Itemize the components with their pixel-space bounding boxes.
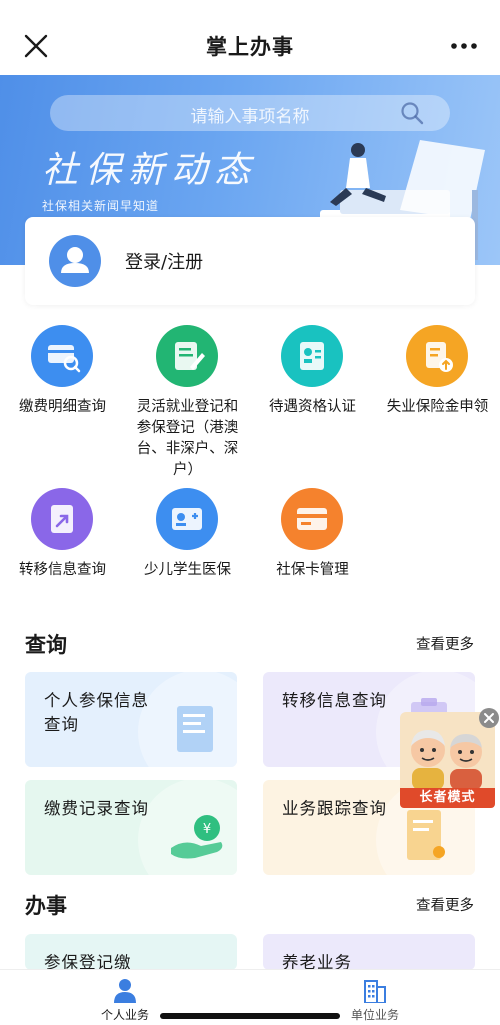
banner-subtitle: 社保相关新闻早知道 (42, 199, 160, 213)
search-input[interactable]: 请输入事项名称 (50, 95, 450, 131)
query-section-title: 查询 (25, 633, 67, 657)
handle-view-more-link[interactable]: 查看更多 (416, 894, 474, 915)
card-label: 个人参保信息查询 (44, 691, 149, 734)
elder-mode-close-button[interactable] (479, 708, 499, 728)
service-label: 少儿学生医保 (144, 562, 231, 578)
document-upload-icon (406, 325, 468, 387)
query-card-personal-insurance[interactable]: 个人参保信息查询 (25, 672, 237, 767)
nav-bar: 掌上办事 (0, 0, 500, 75)
service-label: 灵活就业登记和参保登记（港澳台、非深户、深户） (136, 399, 239, 478)
query-view-more-link[interactable]: 查看更多 (416, 633, 474, 654)
card-label: 参保登记缴 (44, 953, 132, 970)
login-card[interactable]: 登录/注册 (25, 217, 475, 305)
coin-hand-icon: ¥ (138, 780, 237, 875)
card-search-icon (31, 325, 93, 387)
person-icon (114, 979, 136, 1003)
elder-mode-label: 长者模式 (400, 788, 495, 808)
handle-card-registration[interactable]: 参保登记缴 (25, 934, 237, 970)
login-register-label[interactable]: 登录/注册 (125, 248, 203, 274)
service-label: 转移信息查询 (19, 562, 106, 578)
search-placeholder: 请输入事项名称 (190, 107, 310, 127)
form-edit-icon (156, 325, 218, 387)
more-icon[interactable] (450, 36, 478, 56)
handle-section-title: 办事 (25, 894, 67, 918)
service-label: 缴费明细查询 (19, 399, 106, 415)
handle-card-pension[interactable]: 养老业务 (263, 934, 475, 970)
card-label: 业务跟踪查询 (282, 799, 387, 818)
close-icon (484, 713, 494, 723)
service-label: 社保卡管理 (276, 562, 349, 578)
id-badge-icon (281, 325, 343, 387)
card-label: 缴费记录查询 (44, 799, 149, 818)
card-label: 养老业务 (282, 953, 352, 970)
service-label: 待遇资格认证 (269, 399, 356, 415)
query-card-payment-record[interactable]: ¥ 缴费记录查询 (25, 780, 237, 875)
home-indicator (160, 1013, 340, 1019)
transfer-arrow-icon (31, 488, 93, 550)
page-title: 掌上办事 (206, 35, 294, 59)
avatar[interactable] (49, 235, 101, 287)
building-icon (364, 980, 386, 1003)
student-card-icon (156, 488, 218, 550)
card-label: 转移信息查询 (282, 691, 387, 710)
banner-title: 社保新动态 (42, 150, 258, 191)
service-label: 失业保险金申领 (386, 399, 489, 415)
search-icon[interactable] (400, 101, 424, 125)
user-icon (61, 247, 89, 273)
bank-card-icon (281, 488, 343, 550)
svg-text:¥: ¥ (203, 822, 211, 837)
